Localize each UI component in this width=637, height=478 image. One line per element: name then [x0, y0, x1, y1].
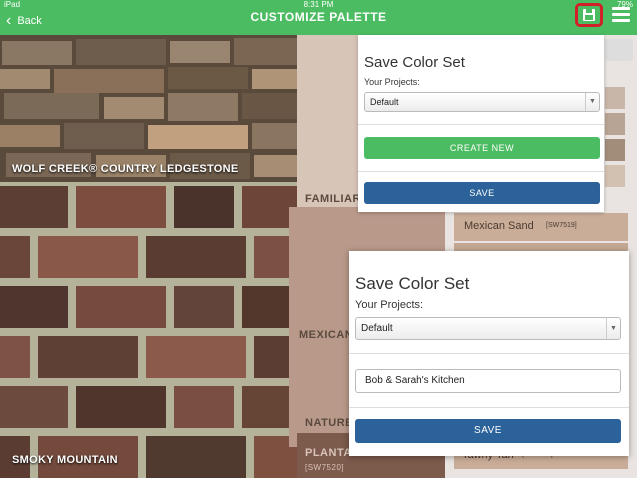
hamburger-menu-icon[interactable]: [612, 7, 630, 23]
mexican-label: MEXICAN: [299, 329, 354, 341]
save-color-set-popover: Save Color Set Your Projects: Default ▼ …: [358, 35, 604, 212]
status-time: 8:31 PM: [303, 0, 334, 9]
stone-image-ledgestone[interactable]: WOLF CREEK® COUNTRY LEDGESTONE: [0, 35, 297, 182]
chevron-down-icon: ▼: [606, 318, 620, 339]
project-name-input[interactable]: Bob & Sarah's Kitchen: [355, 369, 621, 393]
divider: [358, 124, 604, 125]
popover-title: Save Color Set: [364, 54, 465, 71]
stone-image-smoky-mountain[interactable]: SMOKY MOUNTAIN: [0, 182, 297, 478]
divider: [358, 171, 604, 172]
divider: [349, 407, 629, 408]
create-new-button[interactable]: CREATE NEW: [364, 137, 600, 159]
projects-label: Your Projects:: [364, 77, 420, 87]
floppy-disk-icon: [583, 9, 595, 21]
nature-label: NATURE: [305, 417, 354, 429]
save-palette-button[interactable]: [575, 3, 603, 27]
project-select-value: Default: [370, 97, 399, 107]
projects-label: Your Projects:: [355, 299, 424, 311]
save-color-set-popover-zoomed: Save Color Set Your Projects: Default ▼ …: [349, 251, 629, 456]
familiar-label: FAMILIAR: [305, 193, 361, 205]
swatch-strip-2[interactable]: [605, 113, 625, 135]
swatch-strip-3[interactable]: [605, 139, 625, 161]
project-select-value: Default: [361, 323, 393, 334]
stone-label-ledgestone: WOLF CREEK® COUNTRY LEDGESTONE: [12, 163, 239, 175]
status-bar: iPad 8:31 PM 79%: [0, 0, 637, 9]
plantation-code: [SW7520]: [305, 463, 345, 472]
nav-bar: ‹ Back CUSTOMIZE PALETTE: [0, 3, 637, 35]
page-title: CUSTOMIZE PALETTE: [250, 10, 387, 24]
swatch-strip-4[interactable]: [605, 165, 625, 187]
chevron-down-icon: ▼: [585, 93, 599, 111]
swatch-code: [SW7519]: [546, 222, 577, 229]
project-select[interactable]: Default ▼: [355, 317, 621, 340]
save-button[interactable]: SAVE: [364, 182, 600, 204]
project-select[interactable]: Default ▼: [364, 92, 600, 112]
swatch-strip-1[interactable]: [605, 87, 625, 109]
save-button[interactable]: SAVE: [355, 419, 621, 443]
swatch-mexican-sand[interactable]: Mexican Sand [SW7519]: [454, 213, 628, 241]
brick-texture: [0, 182, 297, 478]
popover-title: Save Color Set: [355, 274, 470, 293]
ledgestone-texture: [0, 35, 297, 182]
stone-label-smoky-mountain: SMOKY MOUNTAIN: [12, 454, 118, 466]
swatch-name: Mexican Sand: [464, 220, 534, 232]
divider: [349, 353, 629, 354]
dropdown-stub[interactable]: [605, 39, 633, 61]
